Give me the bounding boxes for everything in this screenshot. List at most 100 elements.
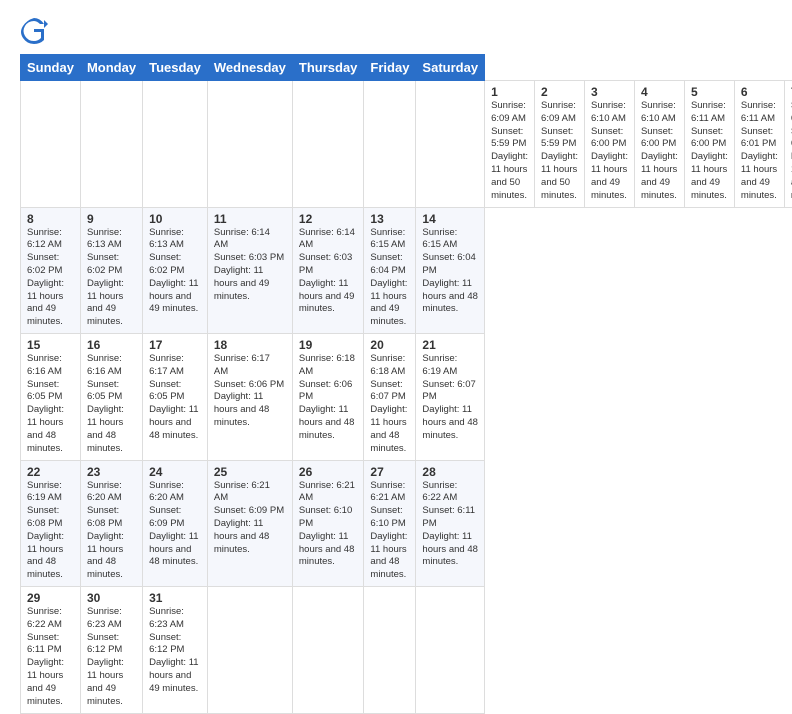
day-number: 31 (149, 591, 201, 605)
calendar-cell: 14 Sunrise: 6:15 AM Sunset: 6:04 PM Dayl… (416, 207, 485, 334)
calendar-cell: 19 Sunrise: 6:18 AM Sunset: 6:06 PM Dayl… (292, 334, 364, 461)
sunset-text: Sunset: 6:04 PM (422, 252, 475, 276)
sunset-text: Sunset: 6:07 PM (370, 379, 405, 403)
sunset-text: Sunset: 6:08 PM (87, 505, 122, 529)
daylight-text: Daylight: 11 hours and 48 minutes. (214, 518, 269, 555)
day-info: Sunrise: 6:10 AM Sunset: 6:00 PM Dayligh… (641, 100, 678, 203)
logo (20, 16, 52, 44)
daylight-text: Daylight: 11 hours and 48 minutes. (27, 531, 64, 580)
daylight-text: Daylight: 11 hours and 49 minutes. (27, 657, 64, 706)
calendar-cell (207, 587, 292, 714)
day-info: Sunrise: 6:20 AM Sunset: 6:09 PM Dayligh… (149, 480, 201, 570)
calendar-cell: 11 Sunrise: 6:14 AM Sunset: 6:03 PM Dayl… (207, 207, 292, 334)
daylight-text: Daylight: 11 hours and 49 minutes. (27, 278, 64, 327)
day-info: Sunrise: 6:19 AM Sunset: 6:08 PM Dayligh… (27, 480, 74, 583)
sunrise-text: Sunrise: 6:16 AM (87, 353, 122, 377)
day-number: 18 (214, 338, 286, 352)
calendar-cell (143, 81, 208, 208)
day-number: 16 (87, 338, 136, 352)
daylight-text: Daylight: 11 hours and 48 minutes. (299, 404, 354, 441)
calendar-cell: 4 Sunrise: 6:10 AM Sunset: 6:00 PM Dayli… (634, 81, 684, 208)
top-section (20, 16, 772, 44)
daylight-text: Daylight: 11 hours and 48 minutes. (370, 531, 407, 580)
day-number: 10 (149, 212, 201, 226)
daylight-text: Daylight: 11 hours and 49 minutes. (741, 151, 778, 200)
sunrise-text: Sunrise: 6:11 AM (741, 100, 776, 124)
calendar-cell (416, 587, 485, 714)
sunrise-text: Sunrise: 6:10 AM (591, 100, 626, 124)
calendar-cell (364, 587, 416, 714)
daylight-text: Daylight: 11 hours and 49 minutes. (299, 278, 354, 315)
sunset-text: Sunset: 6:08 PM (27, 505, 62, 529)
sunset-text: Sunset: 6:09 PM (214, 505, 284, 516)
day-info: Sunrise: 6:16 AM Sunset: 6:05 PM Dayligh… (87, 353, 136, 456)
calendar-cell (292, 587, 364, 714)
day-number: 19 (299, 338, 358, 352)
header-monday: Monday (80, 55, 142, 81)
daylight-text: Daylight: 11 hours and 49 minutes. (591, 151, 628, 200)
sunset-text: Sunset: 6:12 PM (87, 632, 122, 656)
calendar-cell: 2 Sunrise: 6:09 AM Sunset: 5:59 PM Dayli… (535, 81, 585, 208)
sunset-text: Sunset: 6:00 PM (641, 126, 676, 150)
daylight-text: Daylight: 11 hours and 48 minutes. (149, 531, 198, 568)
day-info: Sunrise: 6:21 AM Sunset: 6:09 PM Dayligh… (214, 480, 286, 557)
calendar-cell: 28 Sunrise: 6:22 AM Sunset: 6:11 PM Dayl… (416, 460, 485, 587)
calendar-cell: 1 Sunrise: 6:09 AM Sunset: 5:59 PM Dayli… (485, 81, 535, 208)
day-info: Sunrise: 6:14 AM Sunset: 6:03 PM Dayligh… (214, 227, 286, 304)
calendar-cell: 10 Sunrise: 6:13 AM Sunset: 6:02 PM Dayl… (143, 207, 208, 334)
day-number: 8 (27, 212, 74, 226)
calendar-cell (292, 81, 364, 208)
sunrise-text: Sunrise: 6:20 AM (149, 480, 184, 504)
day-info: Sunrise: 6:15 AM Sunset: 6:04 PM Dayligh… (422, 227, 478, 317)
day-info: Sunrise: 6:12 AM Sunset: 6:02 PM Dayligh… (27, 227, 74, 330)
day-info: Sunrise: 6:23 AM Sunset: 6:12 PM Dayligh… (149, 606, 201, 696)
day-info: Sunrise: 6:18 AM Sunset: 6:06 PM Dayligh… (299, 353, 358, 443)
daylight-text: Daylight: 11 hours and 50 minutes. (541, 151, 578, 200)
sunrise-text: Sunrise: 6:17 AM (149, 353, 184, 377)
sunset-text: Sunset: 6:11 PM (27, 632, 62, 656)
sunset-text: Sunset: 6:02 PM (27, 252, 62, 276)
daylight-text: Daylight: 11 hours and 48 minutes. (370, 404, 407, 453)
sunset-text: Sunset: 6:02 PM (149, 252, 184, 276)
day-info: Sunrise: 6:20 AM Sunset: 6:08 PM Dayligh… (87, 480, 136, 583)
sunset-text: Sunset: 6:05 PM (27, 379, 62, 403)
day-number: 28 (422, 465, 478, 479)
calendar-cell (80, 81, 142, 208)
sunset-text: Sunset: 6:00 PM (591, 126, 626, 150)
sunrise-text: Sunrise: 6:09 AM (491, 100, 526, 124)
sunrise-text: Sunrise: 6:15 AM (422, 227, 457, 251)
day-number: 14 (422, 212, 478, 226)
day-number: 22 (27, 465, 74, 479)
sunrise-text: Sunrise: 6:21 AM (299, 480, 355, 504)
daylight-text: Daylight: 11 hours and 49 minutes. (214, 265, 269, 302)
daylight-text: Daylight: 11 hours and 50 minutes. (491, 151, 528, 200)
sunset-text: Sunset: 5:59 PM (541, 126, 576, 150)
daylight-text: Daylight: 11 hours and 48 minutes. (149, 404, 198, 441)
daylight-text: Daylight: 11 hours and 49 minutes. (87, 278, 124, 327)
sunset-text: Sunset: 6:12 PM (149, 632, 184, 656)
sunrise-text: Sunrise: 6:13 AM (87, 227, 122, 251)
day-info: Sunrise: 6:21 AM Sunset: 6:10 PM Dayligh… (370, 480, 409, 583)
day-number: 5 (691, 85, 728, 99)
calendar-cell: 3 Sunrise: 6:10 AM Sunset: 6:00 PM Dayli… (585, 81, 635, 208)
header-saturday: Saturday (416, 55, 485, 81)
header-wednesday: Wednesday (207, 55, 292, 81)
daylight-text: Daylight: 11 hours and 48 minutes. (87, 531, 124, 580)
sunrise-text: Sunrise: 6:19 AM (422, 353, 457, 377)
day-number: 30 (87, 591, 136, 605)
calendar-week-5: 29 Sunrise: 6:22 AM Sunset: 6:11 PM Dayl… (21, 587, 792, 714)
calendar-cell: 24 Sunrise: 6:20 AM Sunset: 6:09 PM Dayl… (143, 460, 208, 587)
day-info: Sunrise: 6:11 AM Sunset: 6:00 PM Dayligh… (691, 100, 728, 203)
calendar-cell: 23 Sunrise: 6:20 AM Sunset: 6:08 PM Dayl… (80, 460, 142, 587)
sunset-text: Sunset: 6:11 PM (422, 505, 475, 529)
sunrise-text: Sunrise: 6:21 AM (370, 480, 405, 504)
day-info: Sunrise: 6:22 AM Sunset: 6:11 PM Dayligh… (27, 606, 74, 709)
header-friday: Friday (364, 55, 416, 81)
calendar-cell: 22 Sunrise: 6:19 AM Sunset: 6:08 PM Dayl… (21, 460, 81, 587)
day-info: Sunrise: 6:16 AM Sunset: 6:05 PM Dayligh… (27, 353, 74, 456)
sunset-text: Sunset: 6:05 PM (149, 379, 184, 403)
daylight-text: Daylight: 11 hours and 48 minutes. (87, 404, 124, 453)
calendar-cell: 5 Sunrise: 6:11 AM Sunset: 6:00 PM Dayli… (684, 81, 734, 208)
day-number: 2 (541, 85, 578, 99)
daylight-text: Daylight: 11 hours and 49 minutes. (87, 657, 124, 706)
